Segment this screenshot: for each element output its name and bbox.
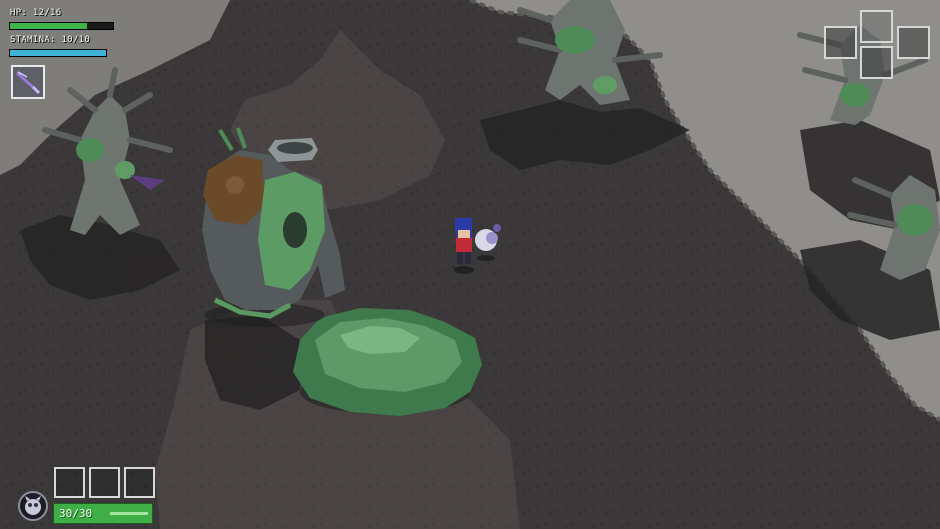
ammo-label: 30/30 [59,507,93,520]
minimap-room-east [897,26,930,59]
stamina-label: STAMINA: 10/10 [10,35,91,45]
minimap-room-north [860,10,893,43]
companion-creature-icon [25,496,41,515]
stamina-bar [9,49,107,57]
item-slot-2[interactable] [89,467,120,498]
stamina-bar-fill [10,50,106,56]
ammo-bar-fill [110,512,148,515]
hp-label: HP: 12/16 [10,8,62,18]
item-slot-3[interactable] [124,467,155,498]
item-slot-1[interactable] [54,467,85,498]
companion-portrait [18,491,48,521]
minimap-room-current [860,46,893,79]
ammo-bar: 30/30 [53,503,153,524]
game-scene [0,0,940,529]
equipped-weapon-slot [11,65,45,99]
purple-sword-icon [16,71,41,95]
hp-bar-fill [10,23,88,29]
hp-bar [9,22,114,30]
minimap-room-west [824,26,857,59]
